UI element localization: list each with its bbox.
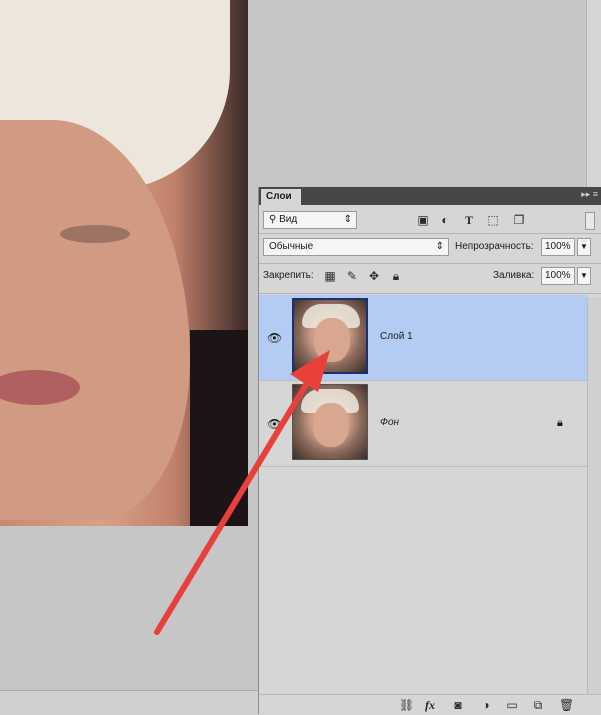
- blend-mode-value: Обычные: [269, 241, 314, 252]
- eye-icon[interactable]: 👁︎: [267, 331, 282, 345]
- thumbnail-face: [313, 403, 349, 447]
- divider: [259, 233, 601, 234]
- layer-thumbnail[interactable]: [292, 298, 368, 374]
- search-icon: ⚲: [269, 214, 277, 225]
- type-filter-icon[interactable]: T: [462, 211, 476, 229]
- opacity-label: Непрозрачность:: [455, 241, 534, 252]
- filter-kind-select[interactable]: ⚲ Вид ⇕: [263, 211, 357, 229]
- workspace-scrollbar[interactable]: [586, 0, 601, 190]
- lock-label: Закрепить:: [263, 270, 314, 281]
- layers-panel: Слои ▸▸ ≡ ⚲ Вид ⇕ ▣ ◐ T ⬚ ❐ Обычные ⇕ Не…: [258, 187, 601, 715]
- new-layer-icon[interactable]: ⧉: [531, 696, 545, 714]
- lock-image-icon[interactable]: ✎: [345, 267, 359, 285]
- lock-icon: 🔒︎: [557, 417, 563, 429]
- fx-icon[interactable]: fx: [423, 696, 437, 714]
- opacity-dropdown-button[interactable]: ▼: [577, 238, 591, 256]
- filter-kind-label: Вид: [279, 214, 298, 225]
- image-filter-icon[interactable]: ▣: [416, 211, 430, 229]
- opacity-input[interactable]: 100%: [541, 238, 575, 256]
- document-image[interactable]: [0, 0, 248, 526]
- fill-dropdown-button[interactable]: ▼: [577, 267, 591, 285]
- shape-filter-icon[interactable]: ⬚: [486, 211, 500, 229]
- adjustment-filter-icon[interactable]: ◐: [438, 211, 452, 229]
- link-layers-icon[interactable]: ⛓︎: [399, 696, 414, 714]
- adjustment-layer-icon[interactable]: ◑: [479, 696, 493, 714]
- fill-label: Заливка:: [493, 270, 535, 281]
- panel-menu-icon[interactable]: ▸▸ ≡: [581, 189, 598, 200]
- blend-mode-select[interactable]: Обычные ⇕: [263, 238, 449, 256]
- layer-thumbnail[interactable]: [292, 384, 368, 460]
- mask-icon[interactable]: ◙: [451, 696, 465, 714]
- face-region: [0, 120, 190, 520]
- eye-icon[interactable]: 👁︎: [267, 417, 282, 431]
- thumbnail-face: [314, 318, 350, 362]
- delete-icon[interactable]: 🗑︎: [559, 696, 574, 714]
- group-icon[interactable]: ▭: [505, 696, 519, 714]
- layer-row-background[interactable]: 👁︎ Фон 🔒︎: [259, 381, 587, 467]
- filter-toggle[interactable]: [585, 212, 595, 230]
- layer-name[interactable]: Фон: [380, 417, 399, 428]
- chevron-updown-icon: ⇕: [435, 241, 444, 252]
- lock-all-icon[interactable]: 🔒︎: [389, 267, 403, 285]
- workspace-bottom-edge: [0, 690, 258, 715]
- background-dark-region: [190, 330, 248, 526]
- filter-row: ⚲ Вид ⇕ ▣ ◐ T ⬚ ❐: [259, 209, 601, 231]
- smart-object-filter-icon[interactable]: ❐: [512, 211, 526, 229]
- fill-input[interactable]: 100%: [541, 267, 575, 285]
- panel-tabbar: Слои ▸▸ ≡: [259, 187, 601, 205]
- eye-region: [60, 225, 130, 243]
- blend-row: Обычные ⇕ Непрозрачность: 100% ▼: [259, 237, 601, 259]
- lock-transparent-icon[interactable]: ▦: [323, 267, 337, 285]
- layer-name[interactable]: Слой 1: [380, 331, 413, 342]
- layer-row-layer1[interactable]: 👁︎ Слой 1: [259, 295, 587, 381]
- panel-footer: ⛓︎ fx ◙ ◑ ▭ ⧉ 🗑︎: [259, 694, 601, 715]
- lock-position-icon[interactable]: ✥: [367, 267, 381, 285]
- tab-layers[interactable]: Слои: [261, 189, 301, 205]
- layers-scrollbar[interactable]: [587, 297, 601, 697]
- divider: [259, 293, 601, 294]
- chevron-updown-icon: ⇕: [343, 214, 352, 225]
- divider: [259, 263, 601, 264]
- lock-row: Закрепить: ▦ ✎ ✥ 🔒︎ Заливка: 100% ▼: [259, 266, 601, 288]
